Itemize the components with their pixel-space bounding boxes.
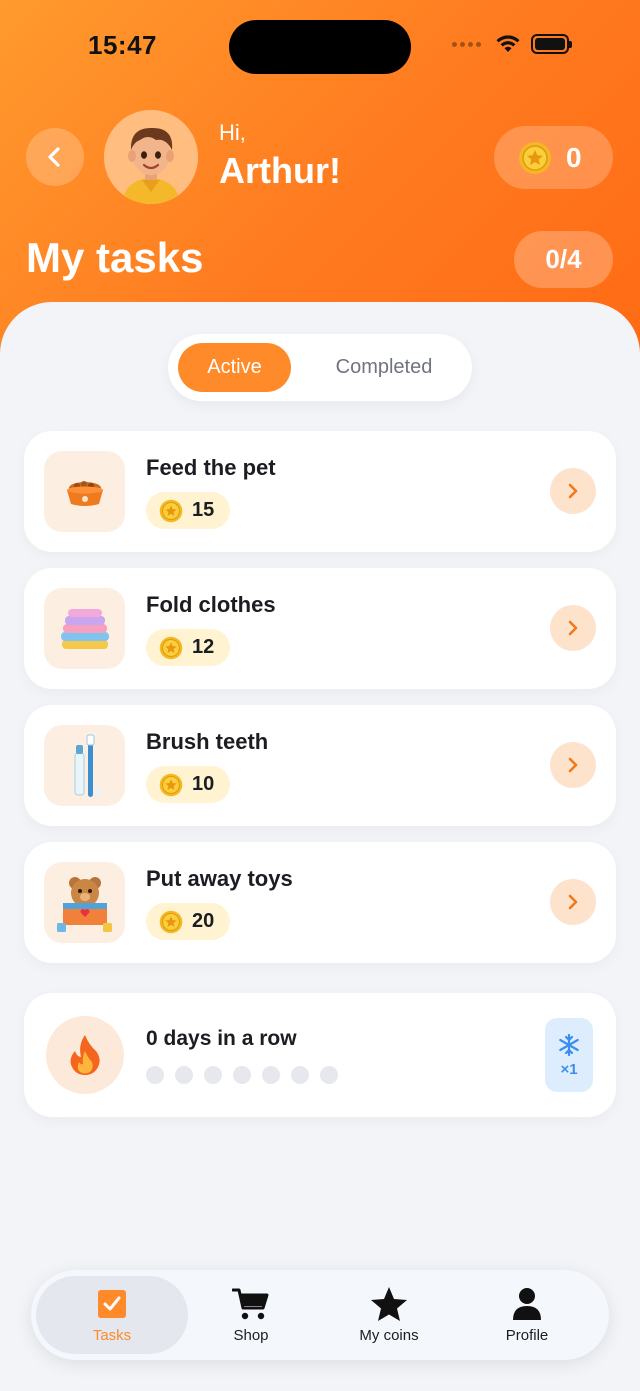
task-reward-value: 10 — [192, 773, 215, 795]
avatar[interactable] — [104, 110, 198, 204]
status-time: 15:47 — [88, 30, 157, 60]
task-filter-segmented-control: Active Completed — [168, 334, 472, 401]
pet-bowl-icon — [44, 451, 125, 532]
task-card-fold-clothes[interactable]: Fold clothes 12 — [24, 568, 616, 689]
person-icon — [513, 1287, 541, 1320]
coin-icon — [519, 141, 551, 174]
user-name: Arthur! — [219, 150, 341, 191]
coin-icon — [159, 636, 183, 659]
bottom-tab-bar: Tasks Shop My coins Profile — [31, 1270, 609, 1360]
task-title: Put away toys — [146, 866, 293, 891]
tab-completed[interactable]: Completed — [309, 343, 459, 392]
toothbrush-icon — [44, 725, 125, 806]
task-reward-badge: 20 — [146, 903, 231, 940]
dynamic-island — [229, 20, 411, 74]
streak-day-dot — [175, 1066, 193, 1084]
streak-card[interactable]: 0 days in a row ×1 — [24, 993, 616, 1117]
chevron-right-icon — [568, 483, 578, 499]
cellular-signal-icon — [452, 41, 481, 47]
task-reward-badge: 15 — [146, 492, 231, 529]
greeting-label: Hi, — [219, 120, 246, 145]
task-reward-badge: 12 — [146, 629, 231, 666]
task-progress-badge: 0/4 — [514, 231, 613, 288]
tab-active[interactable]: Active — [178, 343, 291, 392]
tab-label: Profile — [505, 1326, 549, 1344]
streak-day-dot — [320, 1066, 338, 1084]
snowflake-icon — [559, 1033, 579, 1056]
streak-freeze-count: ×1 — [560, 1060, 578, 1078]
tab-my-coins[interactable]: My coins — [319, 1270, 459, 1360]
wifi-icon — [496, 35, 520, 52]
tab-label: Tasks — [92, 1326, 132, 1344]
flame-icon — [46, 1016, 124, 1094]
streak-freeze-badge[interactable]: ×1 — [545, 1018, 593, 1092]
task-title: Feed the pet — [146, 455, 276, 480]
tab-tasks[interactable]: Tasks — [36, 1276, 188, 1354]
streak-day-dot — [291, 1066, 309, 1084]
coin-balance-value: 0 — [566, 141, 582, 173]
open-task-button[interactable] — [550, 742, 596, 788]
folded-clothes-icon — [44, 588, 125, 669]
checkbox-icon — [98, 1289, 126, 1318]
cart-icon — [232, 1288, 269, 1319]
chevron-right-icon — [568, 620, 578, 636]
task-card-brush-teeth[interactable]: Brush teeth 10 — [24, 705, 616, 826]
page-title: My tasks — [26, 234, 204, 281]
star-icon — [371, 1286, 407, 1321]
tab-profile[interactable]: Profile — [457, 1270, 597, 1360]
streak-day-dot — [233, 1066, 251, 1084]
coin-icon — [159, 499, 183, 522]
task-card-feed-the-pet[interactable]: Feed the pet 15 — [24, 431, 616, 552]
task-reward-value: 12 — [192, 636, 215, 658]
task-reward-badge: 10 — [146, 766, 231, 803]
coin-icon — [159, 773, 183, 796]
chevron-right-icon — [568, 757, 578, 773]
chevron-left-icon — [48, 147, 60, 167]
back-button[interactable] — [26, 128, 84, 186]
open-task-button[interactable] — [550, 879, 596, 925]
streak-label: 0 days in a row — [146, 1027, 297, 1050]
battery-icon — [531, 34, 572, 54]
coin-balance[interactable]: 0 — [494, 126, 613, 189]
task-title: Fold clothes — [146, 592, 276, 617]
task-reward-value: 20 — [192, 910, 215, 932]
tab-label: Shop — [233, 1326, 269, 1344]
tab-label: My coins — [359, 1326, 419, 1344]
toy-box-icon — [44, 862, 125, 943]
tab-shop[interactable]: Shop — [181, 1270, 321, 1360]
task-reward-value: 15 — [192, 499, 215, 521]
open-task-button[interactable] — [550, 605, 596, 651]
coin-icon — [159, 910, 183, 933]
task-title: Brush teeth — [146, 729, 269, 754]
streak-day-dots — [146, 1066, 338, 1084]
streak-day-dot — [204, 1066, 222, 1084]
task-card-put-away-toys[interactable]: Put away toys 20 — [24, 842, 616, 963]
open-task-button[interactable] — [550, 468, 596, 514]
boy-avatar-icon — [104, 110, 198, 204]
streak-day-dot — [146, 1066, 164, 1084]
streak-day-dot — [262, 1066, 280, 1084]
status-indicators — [452, 34, 572, 54]
chevron-right-icon — [568, 894, 578, 910]
